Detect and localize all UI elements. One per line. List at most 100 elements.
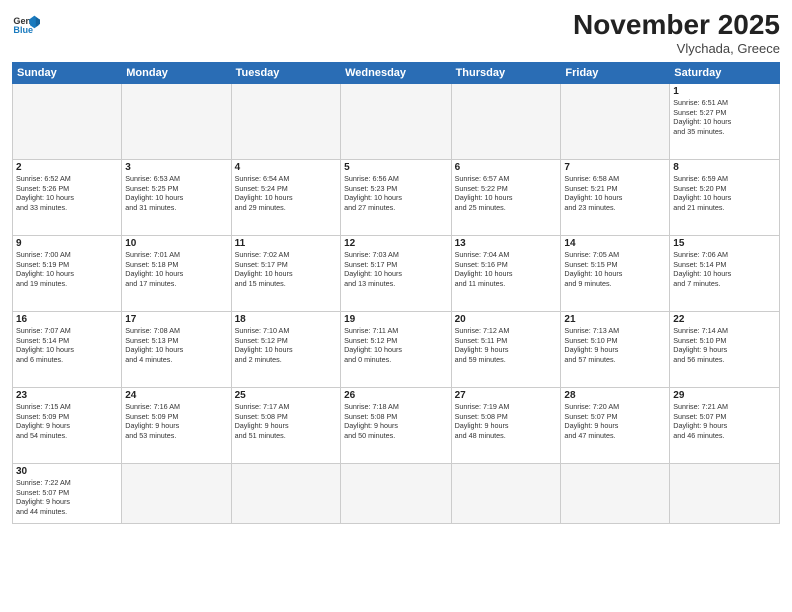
day-number: 26 xyxy=(344,390,447,401)
calendar-day-cell: 26Sunrise: 7:18 AM Sunset: 5:08 PM Dayli… xyxy=(341,387,451,463)
weekday-header: Sunday xyxy=(13,62,122,83)
weekday-header: Saturday xyxy=(670,62,780,83)
weekday-header: Wednesday xyxy=(341,62,451,83)
calendar-table: SundayMondayTuesdayWednesdayThursdayFrid… xyxy=(12,62,780,524)
day-number: 19 xyxy=(344,314,447,325)
day-number: 21 xyxy=(564,314,666,325)
calendar-day-cell: 6Sunrise: 6:57 AM Sunset: 5:22 PM Daylig… xyxy=(451,159,561,235)
calendar-day-cell: 30Sunrise: 7:22 AM Sunset: 5:07 PM Dayli… xyxy=(13,463,122,523)
header-row: SundayMondayTuesdayWednesdayThursdayFrid… xyxy=(13,62,780,83)
calendar-day-cell: 29Sunrise: 7:21 AM Sunset: 5:07 PM Dayli… xyxy=(670,387,780,463)
calendar-week-row: 23Sunrise: 7:15 AM Sunset: 5:09 PM Dayli… xyxy=(13,387,780,463)
day-info: Sunrise: 6:54 AM Sunset: 5:24 PM Dayligh… xyxy=(235,174,337,213)
day-number: 5 xyxy=(344,162,447,173)
day-info: Sunrise: 6:58 AM Sunset: 5:21 PM Dayligh… xyxy=(564,174,666,213)
calendar-day-cell: 18Sunrise: 7:10 AM Sunset: 5:12 PM Dayli… xyxy=(231,311,340,387)
calendar-day-cell: 13Sunrise: 7:04 AM Sunset: 5:16 PM Dayli… xyxy=(451,235,561,311)
day-info: Sunrise: 7:18 AM Sunset: 5:08 PM Dayligh… xyxy=(344,402,447,441)
calendar-day-cell: 3Sunrise: 6:53 AM Sunset: 5:25 PM Daylig… xyxy=(122,159,231,235)
day-number: 6 xyxy=(455,162,558,173)
weekday-header: Tuesday xyxy=(231,62,340,83)
day-info: Sunrise: 7:22 AM Sunset: 5:07 PM Dayligh… xyxy=(16,478,118,517)
weekday-header: Thursday xyxy=(451,62,561,83)
day-info: Sunrise: 7:16 AM Sunset: 5:09 PM Dayligh… xyxy=(125,402,227,441)
day-info: Sunrise: 7:06 AM Sunset: 5:14 PM Dayligh… xyxy=(673,250,776,289)
title-block: November 2025 Vlychada, Greece xyxy=(573,10,780,56)
calendar-day-cell: 11Sunrise: 7:02 AM Sunset: 5:17 PM Dayli… xyxy=(231,235,340,311)
day-info: Sunrise: 6:57 AM Sunset: 5:22 PM Dayligh… xyxy=(455,174,558,213)
calendar-day-cell: 10Sunrise: 7:01 AM Sunset: 5:18 PM Dayli… xyxy=(122,235,231,311)
calendar-day-cell: 20Sunrise: 7:12 AM Sunset: 5:11 PM Dayli… xyxy=(451,311,561,387)
calendar-day-cell xyxy=(451,463,561,523)
day-number: 22 xyxy=(673,314,776,325)
day-number: 23 xyxy=(16,390,118,401)
day-number: 28 xyxy=(564,390,666,401)
day-info: Sunrise: 7:14 AM Sunset: 5:10 PM Dayligh… xyxy=(673,326,776,365)
day-number: 15 xyxy=(673,238,776,249)
calendar-week-row: 9Sunrise: 7:00 AM Sunset: 5:19 PM Daylig… xyxy=(13,235,780,311)
calendar-day-cell: 8Sunrise: 6:59 AM Sunset: 5:20 PM Daylig… xyxy=(670,159,780,235)
day-info: Sunrise: 6:53 AM Sunset: 5:25 PM Dayligh… xyxy=(125,174,227,213)
day-number: 17 xyxy=(125,314,227,325)
calendar-week-row: 1Sunrise: 6:51 AM Sunset: 5:27 PM Daylig… xyxy=(13,83,780,159)
day-info: Sunrise: 6:52 AM Sunset: 5:26 PM Dayligh… xyxy=(16,174,118,213)
calendar-day-cell: 24Sunrise: 7:16 AM Sunset: 5:09 PM Dayli… xyxy=(122,387,231,463)
calendar-day-cell: 9Sunrise: 7:00 AM Sunset: 5:19 PM Daylig… xyxy=(13,235,122,311)
calendar-day-cell: 16Sunrise: 7:07 AM Sunset: 5:14 PM Dayli… xyxy=(13,311,122,387)
calendar-day-cell: 28Sunrise: 7:20 AM Sunset: 5:07 PM Dayli… xyxy=(561,387,670,463)
calendar-day-cell: 25Sunrise: 7:17 AM Sunset: 5:08 PM Dayli… xyxy=(231,387,340,463)
day-number: 2 xyxy=(16,162,118,173)
calendar-week-row: 16Sunrise: 7:07 AM Sunset: 5:14 PM Dayli… xyxy=(13,311,780,387)
day-info: Sunrise: 6:56 AM Sunset: 5:23 PM Dayligh… xyxy=(344,174,447,213)
day-number: 4 xyxy=(235,162,337,173)
day-info: Sunrise: 7:19 AM Sunset: 5:08 PM Dayligh… xyxy=(455,402,558,441)
day-info: Sunrise: 7:01 AM Sunset: 5:18 PM Dayligh… xyxy=(125,250,227,289)
day-info: Sunrise: 7:20 AM Sunset: 5:07 PM Dayligh… xyxy=(564,402,666,441)
day-info: Sunrise: 7:08 AM Sunset: 5:13 PM Dayligh… xyxy=(125,326,227,365)
calendar-day-cell xyxy=(13,83,122,159)
day-info: Sunrise: 7:13 AM Sunset: 5:10 PM Dayligh… xyxy=(564,326,666,365)
calendar-day-cell xyxy=(561,83,670,159)
day-info: Sunrise: 7:21 AM Sunset: 5:07 PM Dayligh… xyxy=(673,402,776,441)
day-number: 13 xyxy=(455,238,558,249)
day-info: Sunrise: 7:10 AM Sunset: 5:12 PM Dayligh… xyxy=(235,326,337,365)
day-number: 8 xyxy=(673,162,776,173)
location-subtitle: Vlychada, Greece xyxy=(573,41,780,56)
calendar-day-cell: 23Sunrise: 7:15 AM Sunset: 5:09 PM Dayli… xyxy=(13,387,122,463)
calendar-day-cell xyxy=(341,83,451,159)
day-info: Sunrise: 7:05 AM Sunset: 5:15 PM Dayligh… xyxy=(564,250,666,289)
calendar-day-cell: 14Sunrise: 7:05 AM Sunset: 5:15 PM Dayli… xyxy=(561,235,670,311)
calendar-day-cell xyxy=(670,463,780,523)
svg-text:Blue: Blue xyxy=(13,25,33,35)
day-info: Sunrise: 7:07 AM Sunset: 5:14 PM Dayligh… xyxy=(16,326,118,365)
day-number: 9 xyxy=(16,238,118,249)
day-number: 7 xyxy=(564,162,666,173)
calendar-week-row: 30Sunrise: 7:22 AM Sunset: 5:07 PM Dayli… xyxy=(13,463,780,523)
day-number: 29 xyxy=(673,390,776,401)
calendar-day-cell xyxy=(341,463,451,523)
calendar-day-cell: 12Sunrise: 7:03 AM Sunset: 5:17 PM Dayli… xyxy=(341,235,451,311)
calendar-day-cell: 22Sunrise: 7:14 AM Sunset: 5:10 PM Dayli… xyxy=(670,311,780,387)
calendar-day-cell xyxy=(231,83,340,159)
day-info: Sunrise: 6:51 AM Sunset: 5:27 PM Dayligh… xyxy=(673,98,776,137)
day-number: 14 xyxy=(564,238,666,249)
day-info: Sunrise: 7:17 AM Sunset: 5:08 PM Dayligh… xyxy=(235,402,337,441)
logo: General Blue xyxy=(12,10,40,38)
day-info: Sunrise: 7:12 AM Sunset: 5:11 PM Dayligh… xyxy=(455,326,558,365)
day-number: 20 xyxy=(455,314,558,325)
calendar-day-cell xyxy=(451,83,561,159)
calendar-day-cell: 1Sunrise: 6:51 AM Sunset: 5:27 PM Daylig… xyxy=(670,83,780,159)
calendar-day-cell: 27Sunrise: 7:19 AM Sunset: 5:08 PM Dayli… xyxy=(451,387,561,463)
day-info: Sunrise: 6:59 AM Sunset: 5:20 PM Dayligh… xyxy=(673,174,776,213)
calendar-day-cell: 4Sunrise: 6:54 AM Sunset: 5:24 PM Daylig… xyxy=(231,159,340,235)
calendar-day-cell: 19Sunrise: 7:11 AM Sunset: 5:12 PM Dayli… xyxy=(341,311,451,387)
logo-icon: General Blue xyxy=(12,10,40,38)
day-number: 30 xyxy=(16,466,118,477)
page: General Blue November 2025 Vlychada, Gre… xyxy=(0,0,792,612)
month-title: November 2025 xyxy=(573,10,780,41)
day-info: Sunrise: 7:03 AM Sunset: 5:17 PM Dayligh… xyxy=(344,250,447,289)
calendar-day-cell: 5Sunrise: 6:56 AM Sunset: 5:23 PM Daylig… xyxy=(341,159,451,235)
day-number: 10 xyxy=(125,238,227,249)
day-number: 11 xyxy=(235,238,337,249)
calendar-day-cell: 15Sunrise: 7:06 AM Sunset: 5:14 PM Dayli… xyxy=(670,235,780,311)
